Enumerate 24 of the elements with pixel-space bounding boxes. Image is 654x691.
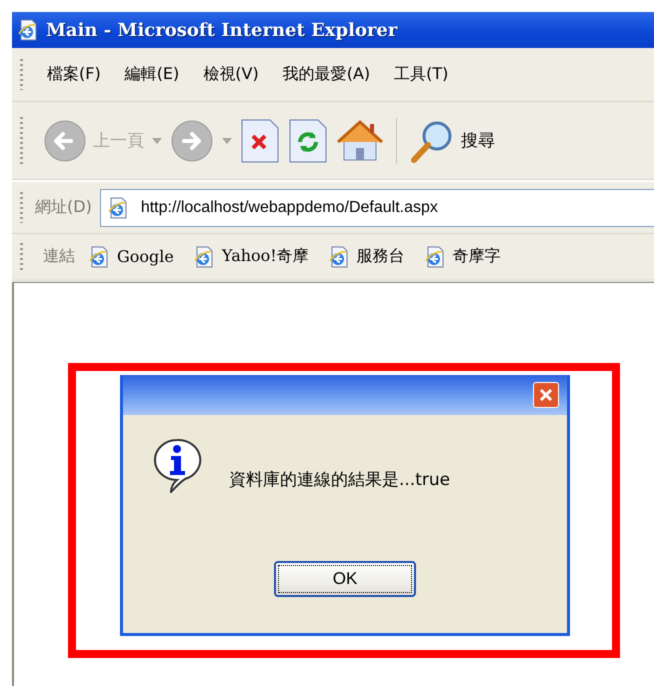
link-item[interactable]: Google — [87, 244, 174, 268]
home-icon[interactable] — [336, 118, 384, 164]
caret-icon[interactable] — [152, 138, 162, 144]
info-icon — [151, 437, 203, 493]
menu-item[interactable]: 檔案(F) — [35, 60, 113, 89]
link-item[interactable]: 奇摩字 — [422, 244, 501, 268]
close-icon — [539, 388, 553, 402]
address-label: 網址(D) — [35, 197, 92, 218]
link-item[interactable]: Yahoo!奇摩 — [192, 244, 309, 268]
menu-item[interactable]: 我的最愛(A) — [270, 60, 382, 89]
menu-item[interactable]: 編輯(E) — [112, 60, 192, 89]
link-item[interactable]: 服務台 — [326, 244, 405, 268]
dialog-message: 資料庫的連線的結果是...true — [229, 469, 450, 492]
menu-item[interactable]: 檢視(V) — [191, 60, 271, 89]
stop-icon[interactable] — [240, 118, 280, 164]
refresh-icon[interactable] — [288, 118, 328, 164]
search-button[interactable]: 搜尋 — [409, 118, 495, 164]
address-field[interactable]: http://localhost/webappdemo/Default.aspx — [100, 188, 654, 226]
ok-button[interactable]: OK — [274, 561, 416, 597]
menu-item[interactable]: 工具(T) — [382, 60, 460, 89]
close-button[interactable] — [533, 382, 559, 408]
links-label: 連結 — [43, 246, 75, 267]
caret-icon[interactable] — [222, 138, 232, 144]
window-title: Main - Microsoft Internet Explorer — [46, 20, 398, 40]
